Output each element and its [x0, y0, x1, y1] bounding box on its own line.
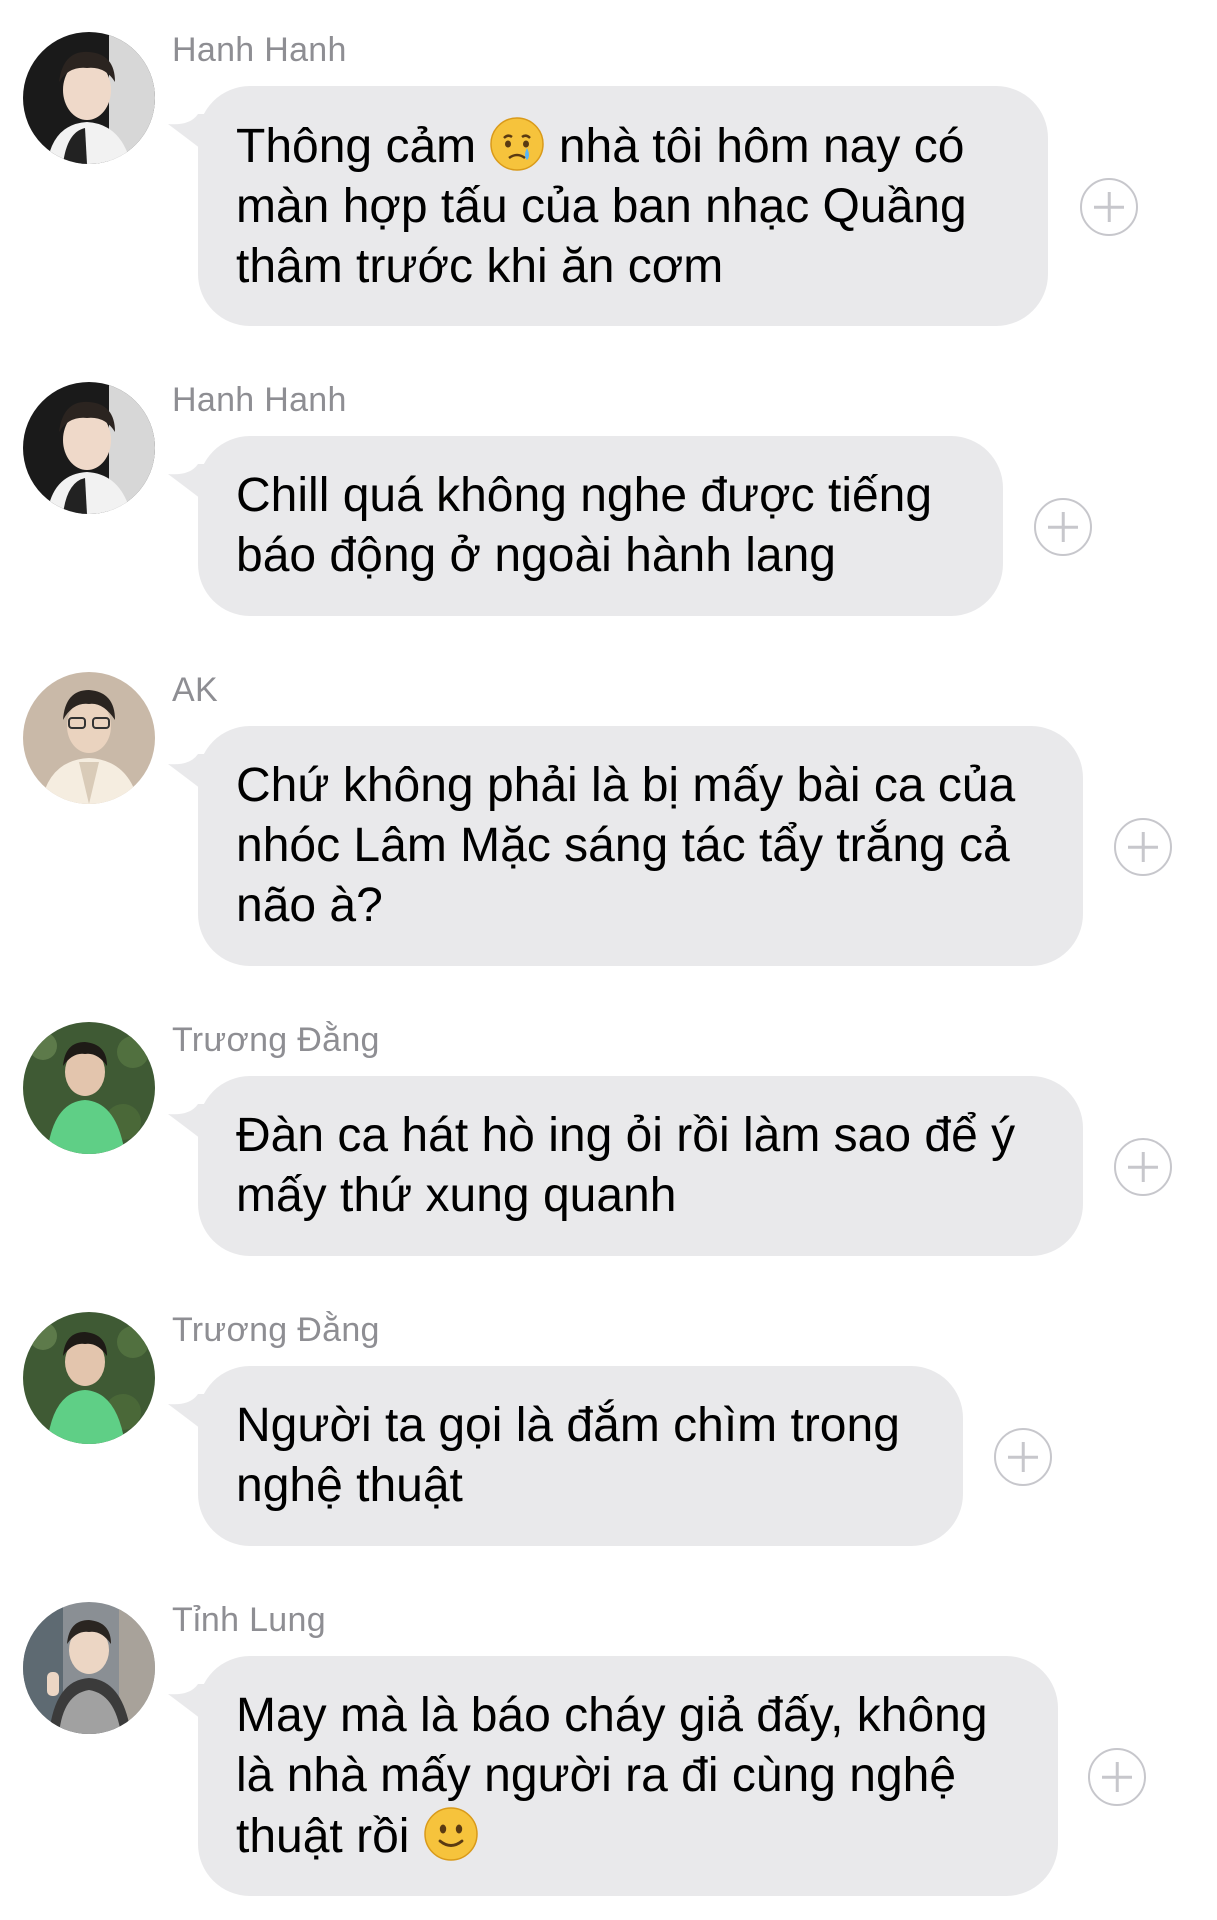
message-text: May mà là báo cháy giả đấy, không	[236, 1689, 988, 1742]
message-bubble[interactable]: Đàn ca hát hò ing ỏi rồi làm sao để ý mấ…	[198, 1076, 1083, 1256]
avatar-truong-dang-icon	[23, 1022, 155, 1154]
message-text: thâm trước khi ăn cơm	[236, 240, 724, 293]
message-text: là nhà mấy người ra đi cùng nghệ	[236, 1749, 957, 1802]
add-reaction-button[interactable]	[1088, 1748, 1146, 1806]
message-row: Tỉnh Lung May mà là báo cháy giả đấy, kh…	[0, 1600, 1217, 1900]
message-row: Hanh Hanh Thông cảm nhà tôi hôm nay có m…	[0, 30, 1217, 330]
sender-name: AK	[172, 671, 218, 709]
message-text: báo động ở ngoài hành lang	[236, 529, 836, 582]
sender-name: Hanh Hanh	[172, 381, 347, 419]
message-bubble[interactable]: Người ta gọi là đắm chìm trong nghệ thuậ…	[198, 1366, 963, 1546]
chat-screen: { "messages": [ { "sender": "Hanh Hanh",…	[0, 0, 1217, 1920]
avatar[interactable]	[23, 382, 155, 514]
avatar[interactable]	[23, 1022, 155, 1154]
message-text: Chill quá không nghe được tiếng	[236, 469, 933, 522]
message-row: Trương Đằng Đàn ca hát hò ing ỏi rồi làm…	[0, 1020, 1217, 1270]
avatar-hanh-hanh-icon	[23, 32, 155, 164]
message-bubble[interactable]: Chill quá không nghe được tiếng báo động…	[198, 436, 1003, 616]
message-text: Người ta gọi là đắm chìm trong	[236, 1399, 900, 1452]
add-reaction-button[interactable]	[1034, 498, 1092, 556]
message-text: mấy thứ xung quanh	[236, 1169, 677, 1222]
slightly-smiling-face-emoji-icon	[423, 1806, 479, 1862]
message-bubble[interactable]: Thông cảm nhà tôi hôm nay có màn hợp tấu…	[198, 86, 1048, 326]
avatar[interactable]	[23, 32, 155, 164]
message-bubble[interactable]: May mà là báo cháy giả đấy, không là nhà…	[198, 1656, 1058, 1896]
sender-name: Trương Đằng	[172, 1021, 380, 1059]
message-row: Trương Đằng Người ta gọi là đắm chìm tro…	[0, 1310, 1217, 1560]
add-reaction-button[interactable]	[1114, 818, 1172, 876]
add-reaction-button[interactable]	[1080, 178, 1138, 236]
avatar[interactable]	[23, 1602, 155, 1734]
message-row: Hanh Hanh Chill quá không nghe được tiến…	[0, 380, 1217, 630]
avatar[interactable]	[23, 672, 155, 804]
sender-name: Hanh Hanh	[172, 31, 347, 69]
message-bubble[interactable]: Chứ không phải là bị mấy bài ca của nhóc…	[198, 726, 1083, 966]
message-text: Đàn ca hát hò ing ỏi rồi làm sao để ý	[236, 1109, 1016, 1162]
message-text: thuật rồi	[236, 1810, 410, 1863]
crying-face-emoji-icon	[489, 116, 545, 172]
avatar[interactable]	[23, 1312, 155, 1444]
sender-name: Trương Đằng	[172, 1311, 380, 1349]
message-text: màn hợp tấu của ban nhạc Quầng	[236, 180, 967, 233]
message-text: Chứ không phải là bị mấy bài ca của	[236, 759, 1016, 812]
add-reaction-button[interactable]	[1114, 1138, 1172, 1196]
add-reaction-button[interactable]	[994, 1428, 1052, 1486]
sender-name: Tỉnh Lung	[172, 1601, 326, 1639]
avatar-hanh-hanh-icon	[23, 382, 155, 514]
message-text: nghệ thuật	[236, 1459, 463, 1512]
message-row: AK Chứ không phải là bị mấy bài ca của n…	[0, 670, 1217, 970]
message-text: nhà tôi hôm nay có	[558, 120, 965, 173]
message-text: Thông cảm	[236, 120, 477, 173]
avatar-truong-dang-icon	[23, 1312, 155, 1444]
message-text: não à?	[236, 879, 383, 932]
avatar-tinh-lung-icon	[23, 1602, 155, 1734]
message-text: nhóc Lâm Mặc sáng tác tẩy trắng cả	[236, 819, 1010, 872]
avatar-ak-icon	[23, 672, 155, 804]
